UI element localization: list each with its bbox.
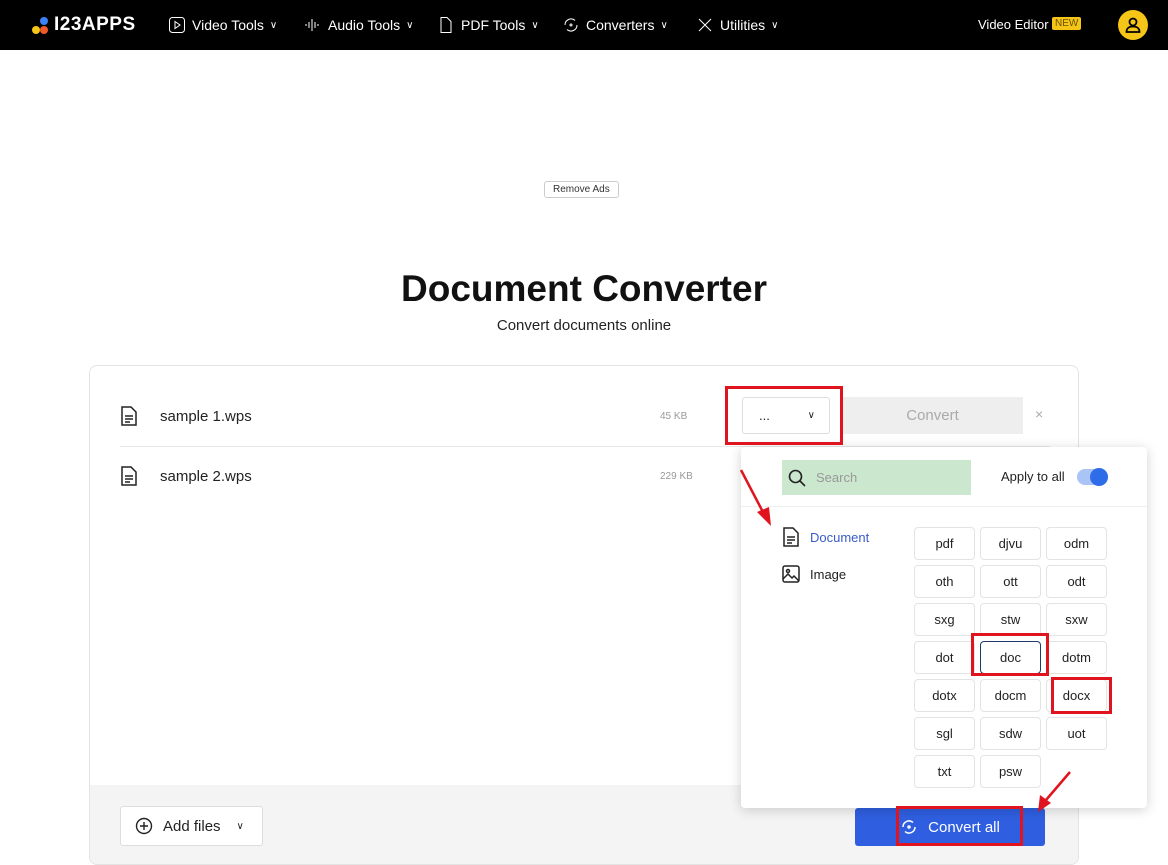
format-option-sgl[interactable]: sgl <box>914 717 975 750</box>
nav-label: Utilities <box>720 17 766 33</box>
format-option-docx[interactable]: docx <box>1046 679 1107 712</box>
chevron-down-icon: ∨ <box>807 410 815 421</box>
format-option-dotm[interactable]: dotm <box>1046 641 1107 674</box>
logo-text: I23APPS <box>54 14 136 35</box>
remove-ads-button[interactable]: Remove Ads <box>544 181 619 198</box>
popup-divider <box>741 506 1147 507</box>
page-subtitle: Convert documents online <box>496 317 672 334</box>
format-search[interactable] <box>782 460 971 495</box>
nav-label: Video Tools <box>192 17 264 33</box>
convert-icon <box>902 820 916 834</box>
add-files-label: Add files <box>163 817 221 835</box>
format-option-sdw[interactable]: sdw <box>980 717 1041 750</box>
nav-utilities[interactable]: Utilities ∨ <box>696 16 778 34</box>
format-option-txt[interactable]: txt <box>914 755 975 788</box>
user-avatar-button[interactable] <box>1118 10 1148 40</box>
chevron-down-icon: ∨ <box>269 19 278 31</box>
category-document[interactable]: Document <box>782 527 869 547</box>
chevron-down-icon: ∨ <box>236 820 244 832</box>
search-input[interactable] <box>816 470 956 485</box>
format-option-doc[interactable]: doc <box>980 641 1041 674</box>
format-option-dotx[interactable]: dotx <box>914 679 975 712</box>
add-files-button[interactable]: Add files ∨ <box>120 806 263 846</box>
document-icon <box>121 406 137 426</box>
format-value: ... <box>759 408 770 423</box>
format-option-sxw[interactable]: sxw <box>1046 603 1107 636</box>
play-icon <box>169 17 185 33</box>
convert-all-button[interactable]: Convert all <box>855 808 1045 846</box>
format-option-stw[interactable]: stw <box>980 603 1041 636</box>
format-option-sxg[interactable]: sxg <box>914 603 975 636</box>
nav-label: PDF Tools <box>461 17 526 33</box>
plus-circle-icon <box>135 817 153 835</box>
format-popup: Apply to all Document Image pdfdjvuodmot… <box>741 447 1147 808</box>
nav-pdf-tools[interactable]: PDF Tools ∨ <box>437 16 539 34</box>
convert-button[interactable]: Convert <box>842 397 1023 434</box>
convert-icon <box>564 18 578 32</box>
file-name: sample 1.wps <box>160 407 252 425</box>
format-option-psw[interactable]: psw <box>980 755 1041 788</box>
logo-dots-icon <box>30 15 50 35</box>
file-size: 45 KB <box>660 410 688 422</box>
nav-video-tools[interactable]: Video Tools ∨ <box>168 16 277 34</box>
format-option-odt[interactable]: odt <box>1046 565 1107 598</box>
apply-to-all-label: Apply to all <box>1001 469 1065 484</box>
user-icon <box>1125 17 1141 33</box>
format-option-uot[interactable]: uot <box>1046 717 1107 750</box>
chevron-down-icon: ∨ <box>660 19 668 31</box>
chevron-down-icon: ∨ <box>406 19 414 31</box>
nav-label: Audio Tools <box>328 17 401 33</box>
category-label: Document <box>810 529 870 545</box>
tools-icon <box>698 18 712 32</box>
page-title: Document Converter <box>401 268 767 309</box>
format-option-docm[interactable]: docm <box>980 679 1041 712</box>
category-image[interactable]: Image <box>782 565 846 583</box>
remove-file-button[interactable]: × <box>1035 406 1043 422</box>
format-option-ott[interactable]: ott <box>980 565 1041 598</box>
search-icon <box>788 469 806 487</box>
chevron-down-icon: ∨ <box>531 19 539 31</box>
format-dropdown[interactable]: ... ∨ <box>742 397 830 434</box>
format-option-pdf[interactable]: pdf <box>914 527 975 560</box>
image-icon <box>782 565 800 583</box>
audio-wave-icon <box>305 19 319 31</box>
document-icon <box>121 466 137 486</box>
apply-to-all-toggle[interactable] <box>1077 468 1108 486</box>
new-badge: NEW <box>1052 17 1082 30</box>
file-name: sample 2.wps <box>160 467 252 485</box>
category-label: Image <box>810 566 847 582</box>
format-option-dot[interactable]: dot <box>914 641 975 674</box>
chevron-down-icon: ∨ <box>771 19 779 31</box>
nav-converters[interactable]: Converters ∨ <box>562 16 668 34</box>
document-icon <box>783 527 799 547</box>
convert-all-label: Convert all <box>928 818 1000 836</box>
file-icon <box>440 17 452 33</box>
video-editor-link[interactable]: Video Editor <box>978 17 1049 32</box>
format-option-djvu[interactable]: djvu <box>980 527 1041 560</box>
file-size: 229 KB <box>660 470 693 482</box>
format-option-oth[interactable]: oth <box>914 565 975 598</box>
top-nav: I23APPS Video Tools ∨ Audio Tools ∨ PDF To… <box>0 0 1168 50</box>
nav-label: Converters <box>586 17 655 33</box>
nav-audio-tools[interactable]: Audio Tools ∨ <box>304 16 413 34</box>
format-option-odm[interactable]: odm <box>1046 527 1107 560</box>
logo[interactable]: I23APPS <box>30 14 136 36</box>
